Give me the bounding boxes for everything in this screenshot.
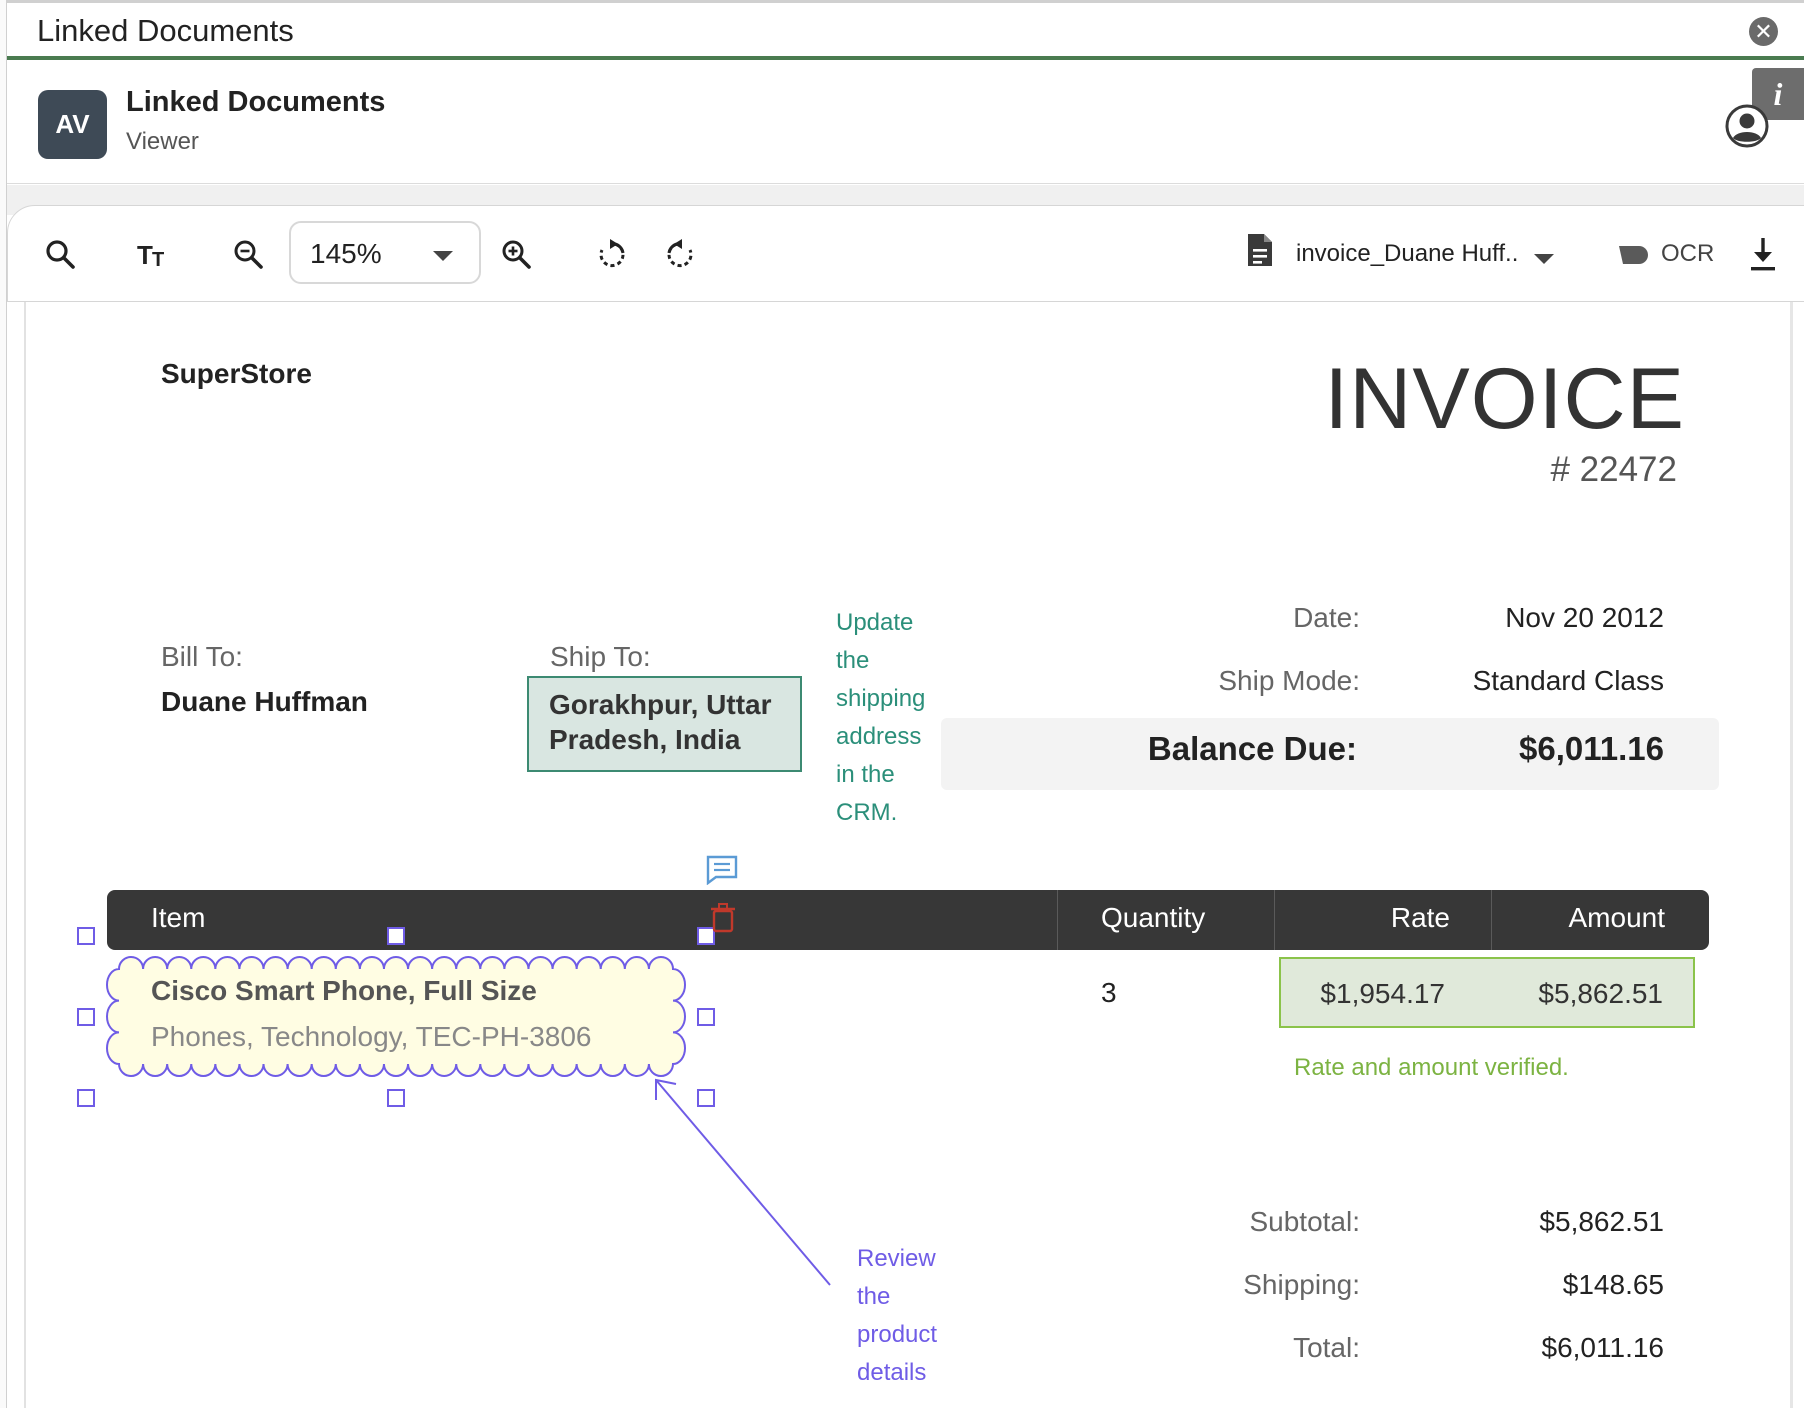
linked-documents-window: Linked Documents ✕ AV Linked Documents V… [0, 0, 1804, 1408]
balance-due-label: Balance Due: [1147, 730, 1357, 767]
note-line: address [836, 723, 922, 750]
search-icon[interactable] [42, 236, 80, 274]
ship-to-address: Gorakhpur, Uttar Pradesh, India [549, 687, 771, 757]
ocr-toggle[interactable]: OCR [1613, 234, 1723, 274]
document-name: invoice_Duane Huff.. [1296, 240, 1519, 267]
column-divider [1274, 890, 1275, 950]
download-icon[interactable] [1743, 234, 1783, 274]
ship-to-highlight[interactable]: Gorakhpur, Uttar Pradesh, India [527, 676, 802, 772]
verified-note-annotation[interactable]: Rate and amount verified. [1294, 1054, 1569, 1082]
note-line: product [857, 1321, 938, 1348]
resize-handle[interactable] [77, 927, 95, 945]
ship-to-line: Pradesh, India [549, 724, 741, 755]
total-label: Total: [1293, 1332, 1360, 1363]
window-title: Linked Documents [37, 13, 294, 48]
zoom-value: 145% [310, 238, 382, 269]
zoom-select[interactable]: 145% [289, 221, 481, 284]
scrollbar-track[interactable] [1790, 302, 1793, 1408]
note-line: the [836, 647, 870, 674]
column-divider [1057, 890, 1058, 950]
invoice-title: INVOICE [1324, 351, 1685, 447]
company-name: SuperStore [161, 358, 312, 389]
subtotal-label: Subtotal: [1249, 1206, 1360, 1237]
column-header-quantity: Quantity [1101, 902, 1206, 933]
item-rate: $1,954.17 [1320, 978, 1445, 1009]
shipping-label: Shipping: [1243, 1269, 1360, 1300]
balance-due-box: Balance Due: $6,011.16 [941, 718, 1719, 790]
note-line: CRM. [836, 799, 898, 826]
rotate-left-icon[interactable] [593, 236, 631, 274]
note-line: the [857, 1283, 891, 1310]
ship-mode-value: Standard Class [1472, 665, 1664, 696]
note-line: in the [836, 761, 895, 788]
chevron-down-icon [1534, 254, 1554, 264]
window-left-border [0, 0, 7, 1408]
trash-icon[interactable] [710, 903, 736, 933]
column-header-item: Item [151, 902, 206, 933]
svg-text:T: T [137, 240, 153, 270]
date-value: Nov 20 2012 [1505, 602, 1664, 633]
crm-note-annotation[interactable]: Update the shipping address in the CRM. [836, 604, 956, 832]
ship-mode-label: Ship Mode: [1218, 665, 1360, 696]
ocr-label: OCR [1661, 240, 1715, 267]
item-description: Phones, Technology, TEC-PH-3806 [151, 1021, 592, 1052]
svg-text:T: T [152, 249, 164, 271]
column-header-amount: Amount [1568, 902, 1666, 933]
bill-to-label: Bill To: [161, 641, 243, 672]
header-title: Linked Documents [126, 86, 386, 118]
balance-due-value: $6,011.16 [1519, 730, 1664, 767]
resize-handle[interactable] [387, 927, 405, 945]
title-bar: Linked Documents ✕ [7, 3, 1804, 60]
avatar: AV [38, 90, 107, 159]
resize-handle[interactable] [77, 1008, 95, 1026]
ship-to-label: Ship To: [550, 641, 651, 672]
arrow-annotation[interactable] [640, 1070, 840, 1290]
note-line: Review [857, 1245, 936, 1272]
note-line: Update [836, 609, 914, 636]
table-header: Item Quantity Rate Amount [107, 890, 1709, 950]
product-note-annotation[interactable]: Review the product details [857, 1240, 987, 1392]
invoice-number: # 22472 [1550, 450, 1677, 489]
resize-handle[interactable] [77, 1089, 95, 1107]
viewer-toolbar: T T 145% invoice_Duane Huff.. OCR [7, 205, 1804, 302]
toggle-icon [1619, 246, 1648, 264]
note-line: details [857, 1359, 927, 1386]
resize-handle[interactable] [697, 1008, 715, 1026]
resize-handle[interactable] [387, 1089, 405, 1107]
rotate-right-icon[interactable] [661, 236, 699, 274]
document-select[interactable]: invoice_Duane Huff.. [1238, 228, 1568, 278]
total-value: $6,011.16 [1541, 1332, 1665, 1363]
header-subtitle: Viewer [126, 128, 199, 155]
chevron-down-icon [433, 251, 453, 261]
note-line: shipping [836, 685, 926, 712]
document-icon [1248, 234, 1272, 266]
comment-icon[interactable] [706, 855, 738, 885]
close-icon[interactable]: ✕ [1749, 17, 1778, 46]
item-name: Cisco Smart Phone, Full Size [151, 975, 537, 1006]
rate-amount-highlight[interactable]: $1,954.17 $5,862.51 [1279, 957, 1695, 1028]
column-divider [1491, 890, 1492, 950]
cloud-annotation[interactable] [105, 955, 687, 1078]
shipping-value: $148.65 [1562, 1269, 1664, 1300]
item-quantity: 3 [1101, 977, 1117, 1008]
zoom-out-icon[interactable] [230, 236, 268, 274]
bill-to-name: Duane Huffman [161, 686, 368, 717]
zoom-in-icon[interactable] [498, 236, 536, 274]
ship-to-line: Gorakhpur, Uttar [549, 689, 772, 720]
user-account-icon[interactable] [1725, 104, 1769, 148]
item-amount: $5,862.51 [1538, 978, 1663, 1009]
viewer-header: AV Linked Documents Viewer i [7, 64, 1804, 184]
subtotal-value: $5,862.51 [1539, 1206, 1664, 1237]
page-edge [24, 302, 26, 1408]
text-size-icon[interactable]: T T [136, 236, 174, 274]
column-header-rate: Rate [1390, 902, 1450, 933]
date-label: Date: [1293, 602, 1360, 633]
